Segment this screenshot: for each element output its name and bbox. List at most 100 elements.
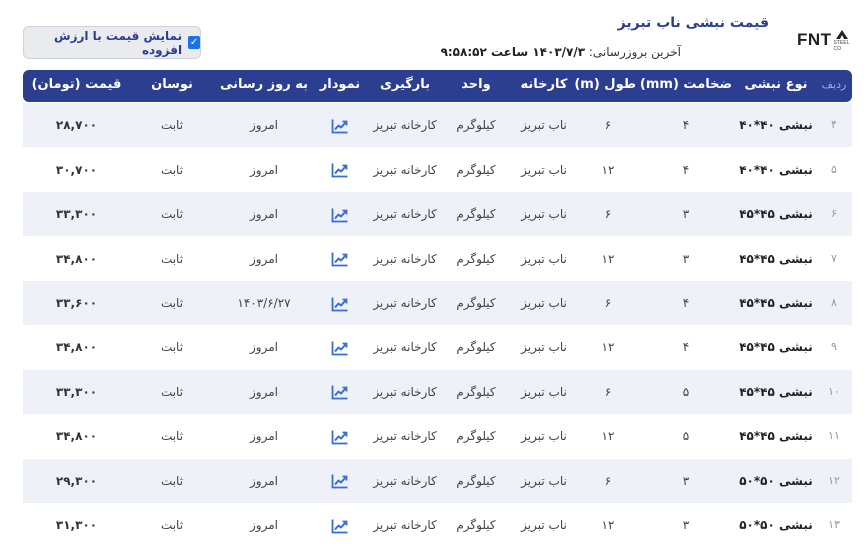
price-table[interactable]: ۳ نبشی ۴۰*۴۰ ۳ ۶ ناب تبریز کیلوگرم کارخانه تبر…	[23, 70, 852, 557]
table-row[interactable]: ۱۱ نبشی ۴۵*۴۵ ۵ ۱۲ ناب تبریز کیلوگرم کارخانه ت…	[23, 414, 852, 458]
col-header-idx: ردیف	[821, 78, 847, 91]
row-price: ۳۳,۶۰۰	[55, 296, 98, 310]
col-header-thickness[interactable]: ضخامت (mm)	[636, 70, 736, 102]
row-unit: کیلوگرم	[456, 473, 496, 488]
col-header-updated[interactable]: به روز رسانی	[214, 70, 314, 102]
col-header-length[interactable]: طول (m)	[574, 70, 636, 102]
col-header-fluctuation[interactable]: نوسان	[130, 70, 214, 102]
table-row[interactable]: ۴ نبشی ۴۰*۴۰ ۴ ۶ ناب تبریز کیلوگرم کارخانه تبر…	[23, 103, 852, 148]
table-row[interactable]: ۷ نبشی ۴۵*۴۵ ۳ ۱۲ ناب تبریز کیلوگرم کارخانه تب…	[23, 237, 852, 281]
row-unit: کیلوگرم	[456, 207, 496, 222]
trend-chart-icon[interactable]	[331, 118, 349, 134]
row-thickness: ۴	[682, 162, 690, 177]
row-unit: کیلوگرم	[456, 340, 496, 355]
trend-chart-icon[interactable]	[331, 162, 349, 178]
row-type: نبشی ۴۵*۴۵	[739, 384, 813, 399]
row-unit: کیلوگرم	[456, 384, 496, 399]
row-chart-button[interactable]	[314, 325, 366, 369]
row-fluctuation: ثابت	[160, 518, 184, 532]
row-chart-button[interactable]	[314, 459, 366, 503]
col-header-factory[interactable]: کارخانه	[508, 70, 580, 102]
table-row[interactable]: ۱۰ نبشی ۴۵*۴۵ ۵ ۶ ناب تبریز کیلوگرم کارخانه تب…	[23, 369, 852, 414]
row-fluctuation: ثابت	[160, 340, 184, 355]
trend-chart-icon[interactable]	[331, 340, 349, 356]
row-index: ۴	[831, 118, 837, 132]
trend-chart-icon[interactable]	[331, 296, 349, 312]
table-row[interactable]: ۱۲ نبشی ۵۰*۵۰ ۳ ۶ ناب تبریز کیلوگرم کارخانه تب…	[23, 458, 852, 503]
row-thickness: ۵	[682, 384, 690, 399]
row-index: ۵	[831, 162, 837, 176]
col-header-loading[interactable]: بارگیری	[366, 70, 444, 102]
row-length: ۱۲	[601, 518, 615, 532]
trend-chart-icon[interactable]	[331, 384, 349, 400]
table-row[interactable]: ۱۳ نبشی ۵۰*۵۰ ۳ ۱۲ ناب تبریز کیلوگرم کارخانه ت…	[23, 503, 852, 547]
row-fluctuation: ثابت	[160, 473, 184, 488]
row-chart-button[interactable]	[314, 370, 366, 414]
last-updated: آخرین بروزرسانی: ۱۴۰۳/۷/۳ ساعت ۹:۵۸:۵۲	[441, 45, 681, 59]
logo-subtext: STEEL CO	[833, 40, 850, 52]
row-chart-button[interactable]	[314, 148, 366, 192]
row-chart-button[interactable]	[314, 103, 366, 147]
col-header-price[interactable]: قیمت (تومان)	[23, 70, 130, 102]
row-type: نبشی ۴۰*۴۰	[739, 118, 813, 133]
row-index: ۹	[831, 340, 837, 354]
row-updated: امروز	[250, 207, 278, 222]
row-fluctuation: ثابت	[160, 162, 184, 177]
row-factory: ناب تبریز	[521, 473, 567, 488]
row-type: نبشی ۵۰*۵۰	[739, 473, 813, 488]
row-loading: کارخانه تبریز	[373, 473, 437, 488]
row-fluctuation: ثابت	[160, 251, 184, 266]
table-row[interactable]: ۹ نبشی ۴۵*۴۵ ۴ ۱۲ ناب تبریز کیلوگرم کارخانه تب…	[23, 325, 852, 369]
row-updated: امروز	[250, 118, 278, 133]
row-chart-button[interactable]	[314, 192, 366, 236]
vat-price-toggle[interactable]: ✓ نمایش قیمت با ارزش افزوده	[23, 26, 201, 59]
row-price: ۲۹,۳۰۰	[55, 473, 98, 488]
row-index: ۶	[831, 207, 837, 221]
row-chart-button[interactable]	[314, 237, 366, 281]
row-loading: کارخانه تبریز	[373, 207, 437, 222]
row-price: ۳۳,۳۰۰	[55, 384, 98, 399]
row-chart-button[interactable]	[314, 281, 366, 325]
trend-chart-icon[interactable]	[331, 473, 349, 489]
row-updated: امروز	[250, 251, 278, 266]
row-length: ۱۲	[601, 162, 615, 177]
row-updated: امروز	[250, 429, 278, 444]
col-header-type[interactable]: نوع نبشی	[736, 70, 816, 102]
row-loading: کارخانه تبریز	[373, 384, 437, 399]
row-chart-button[interactable]	[314, 414, 366, 458]
trend-chart-icon[interactable]	[331, 518, 349, 534]
table-row[interactable]: ۶ نبشی ۴۵*۴۵ ۳ ۶ ناب تبریز کیلوگرم کارخانه تبر…	[23, 192, 852, 237]
col-header-unit[interactable]: واحد	[444, 70, 508, 102]
row-factory: ناب تبریز	[521, 340, 567, 355]
row-type: نبشی ۴۵*۴۵	[739, 296, 813, 310]
logo-mountain-icon	[836, 30, 849, 39]
row-type: نبشی ۴۵*۴۵	[739, 251, 813, 266]
trend-chart-icon[interactable]	[331, 429, 349, 445]
row-unit: کیلوگرم	[456, 296, 496, 310]
row-factory: ناب تبریز	[521, 429, 567, 444]
trend-chart-icon[interactable]	[331, 207, 349, 223]
row-price: ۳۰,۷۰۰	[55, 162, 98, 177]
trend-chart-icon[interactable]	[331, 251, 349, 267]
company-logo[interactable]: FNT STEEL CO	[797, 28, 851, 52]
row-index: ۱۲	[828, 473, 840, 487]
row-length: ۶	[604, 118, 612, 133]
last-updated-value: ۱۴۰۳/۷/۳ ساعت ۹:۵۸:۵۲	[440, 45, 586, 59]
row-updated: امروز	[250, 518, 278, 532]
row-price: ۲۸,۷۰۰	[55, 118, 98, 133]
row-factory: ناب تبریز	[521, 518, 567, 532]
row-chart-button[interactable]	[314, 503, 366, 547]
row-type: نبشی ۵۰*۵۰	[739, 518, 813, 532]
row-index: ۱۱	[828, 429, 840, 443]
row-updated: امروز	[250, 340, 278, 355]
row-loading: کارخانه تبریز	[373, 429, 437, 444]
row-thickness: ۵	[682, 429, 690, 444]
table-row[interactable]: ۸ نبشی ۴۵*۴۵ ۴ ۶ ناب تبریز کیلوگرم کارخانه تبر…	[23, 281, 852, 325]
row-price: ۳۳,۳۰۰	[55, 207, 98, 222]
row-unit: کیلوگرم	[456, 118, 496, 133]
vat-checkbox[interactable]: ✓	[188, 36, 200, 49]
row-thickness: ۴	[682, 118, 690, 133]
row-type: نبشی ۴۵*۴۵	[739, 429, 813, 444]
row-length: ۶	[604, 473, 612, 488]
table-row[interactable]: ۵ نبشی ۴۰*۴۰ ۴ ۱۲ ناب تبریز کیلوگرم کارخانه تب…	[23, 148, 852, 192]
